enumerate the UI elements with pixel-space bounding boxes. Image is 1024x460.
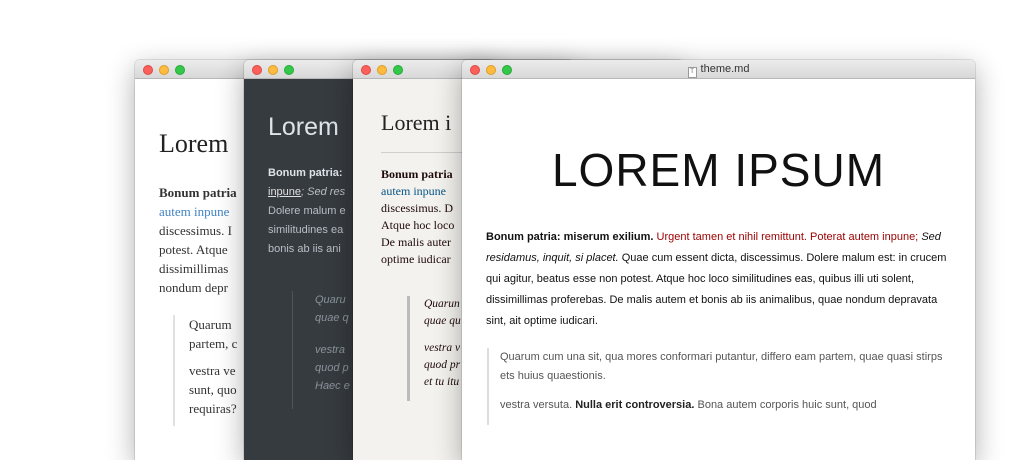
- document-heading: LOREM IPSUM: [551, 144, 886, 196]
- minimize-button[interactable]: [268, 65, 278, 75]
- link-text[interactable]: inpune: [268, 186, 301, 198]
- title-bar[interactable]: Ttheme.md: [462, 60, 975, 79]
- quote-line: partem, c: [189, 336, 238, 351]
- quote-paragraph: Quarum cum una sit, qua mores conformari…: [500, 351, 943, 382]
- quote-line: quod pr: [424, 359, 461, 371]
- para-line: bonis ab iis ani: [268, 243, 341, 255]
- zoom-button[interactable]: [284, 65, 294, 75]
- italic-text: ; Sed res: [301, 186, 346, 198]
- quote-paragraph: vestra versuta. Nulla erit controversia.…: [500, 396, 956, 415]
- para-line: discessimus. D: [381, 201, 453, 215]
- window-front[interactable]: Ttheme.md LOREM IPSUM Bonum patria: mise…: [462, 60, 975, 460]
- link-text[interactable]: autem inpune: [381, 184, 446, 198]
- quote-text: Bona autem corporis huic sunt, quod: [697, 399, 877, 411]
- para-line: dissimillimas: [159, 261, 229, 276]
- quote-line: vestra v: [424, 342, 461, 354]
- bold-text: Bonum patria: miserum exilium.: [486, 231, 654, 243]
- quote-line: requiras?: [189, 401, 237, 416]
- quote-line: quae q: [315, 312, 349, 324]
- document-heading: Lorem i: [381, 110, 452, 135]
- para-line: potest. Atque: [159, 242, 228, 257]
- zoom-button[interactable]: [175, 65, 185, 75]
- document-heading: Lorem: [159, 129, 229, 158]
- para-line: Dolere malum e: [268, 205, 346, 217]
- minimize-button[interactable]: [377, 65, 387, 75]
- para-line: Atque hoc loco: [381, 218, 455, 232]
- quote-line: Quarum: [189, 317, 232, 332]
- document-content[interactable]: LOREM IPSUM Bonum patria: miserum exiliu…: [462, 79, 975, 460]
- bold-text: Bonum patria:: [268, 167, 343, 179]
- quote-line: quae qu: [424, 315, 461, 327]
- para-line: similitudines ea: [268, 224, 344, 236]
- bold-text: Bonum patria: [159, 185, 237, 200]
- quote-bold-text: Nulla erit controversia.: [575, 399, 695, 411]
- para-line: nondum depr: [159, 280, 228, 295]
- bold-text: Bonum patria: [381, 167, 453, 181]
- para-line: discessimus. I: [159, 223, 232, 238]
- close-button[interactable]: [143, 65, 153, 75]
- window-title: Ttheme.md: [462, 62, 975, 78]
- document-icon: T: [687, 67, 697, 78]
- quote-line: Haec e: [315, 380, 350, 392]
- quote-line: Quarun: [424, 298, 460, 310]
- quote-line: vestra: [315, 344, 345, 356]
- window-title-text: theme.md: [700, 63, 750, 75]
- para-line: De malis auter: [381, 235, 451, 249]
- paragraph: Bonum patria: miserum exilium. Urgent ta…: [486, 227, 956, 332]
- minimize-button[interactable]: [159, 65, 169, 75]
- quote-line: et tu itu: [424, 376, 460, 388]
- red-text: Urgent tamen et nihil remittunt. Poterat…: [656, 231, 919, 243]
- close-button[interactable]: [361, 65, 371, 75]
- quote-line: vestra ve: [189, 363, 236, 378]
- quote-line: sunt, quo: [189, 382, 237, 397]
- close-button[interactable]: [252, 65, 262, 75]
- link-text[interactable]: autem inpune: [159, 204, 229, 219]
- zoom-button[interactable]: [393, 65, 403, 75]
- quote-line: quod p: [315, 362, 349, 374]
- blockquote: Quarum cum una sit, qua mores conformari…: [487, 348, 956, 425]
- para-line: optime iudicar: [381, 252, 451, 266]
- quote-line: Quaru: [315, 294, 346, 306]
- document-heading: Lorem: [268, 113, 339, 141]
- quote-text: vestra versuta.: [500, 399, 573, 411]
